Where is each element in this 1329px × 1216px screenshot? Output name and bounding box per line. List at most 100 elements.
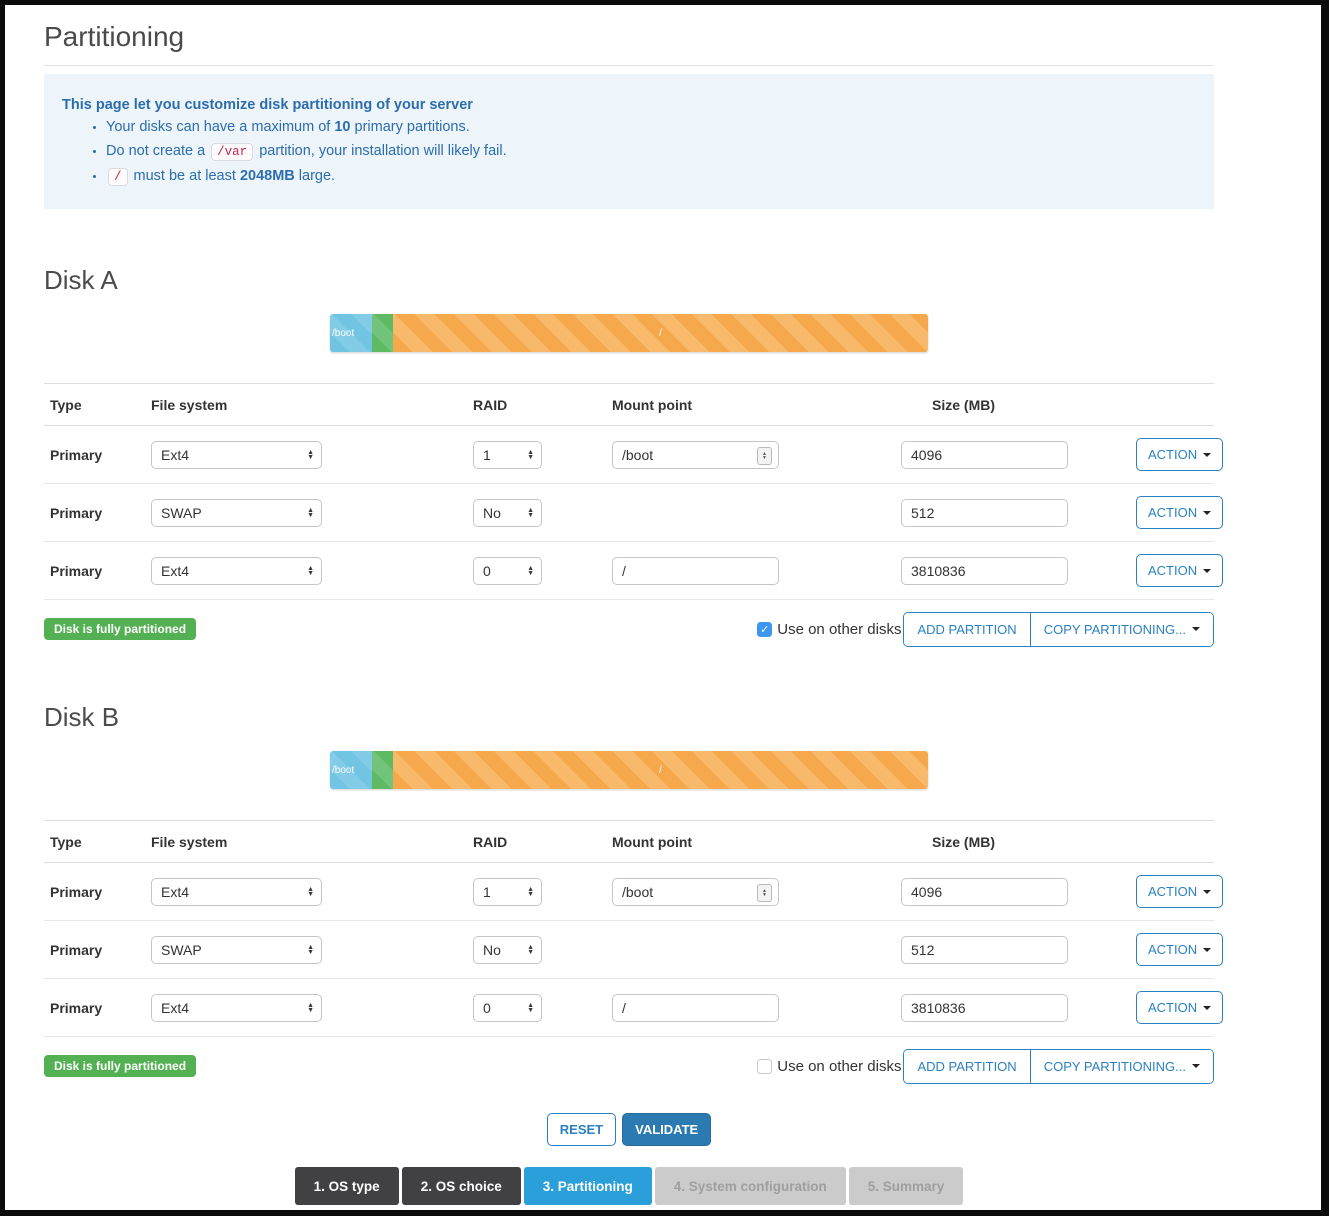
- table-row: Primary Ext4▲▼ 1▲▼ ▲▼ ACTION: [44, 426, 1214, 484]
- copy-partitioning-button[interactable]: COPY PARTITIONING...: [1030, 1050, 1213, 1083]
- select-arrows-icon: ▲▼: [307, 450, 314, 460]
- partition-buttons-group: ADD PARTITION COPY PARTITIONING...: [903, 1049, 1214, 1084]
- bar-segment-root: /: [393, 751, 928, 789]
- action-button[interactable]: ACTION: [1136, 438, 1223, 471]
- header-file-system: File system: [151, 397, 473, 413]
- mount-point-input[interactable]: [612, 878, 779, 906]
- caret-down-icon: [1203, 1006, 1211, 1010]
- caret-down-icon: [1203, 569, 1211, 573]
- mount-point-input[interactable]: [612, 557, 779, 585]
- partition-buttons-group: ADD PARTITION COPY PARTITIONING...: [903, 612, 1214, 647]
- table-row: Primary Ext4▲▼ 0▲▼ ACTION: [44, 542, 1214, 600]
- raid-select[interactable]: No▲▼: [473, 499, 542, 527]
- disk-b-controls: Disk is fully partitioned ✓ Use on other…: [44, 1049, 1214, 1083]
- header-type: Type: [44, 397, 151, 413]
- filesystem-select[interactable]: Ext4▲▼: [151, 441, 322, 469]
- root-code-chip: /: [108, 168, 128, 186]
- header-mount-point: Mount point: [612, 834, 901, 850]
- filesystem-select[interactable]: Ext4▲▼: [151, 878, 322, 906]
- size-input[interactable]: [901, 936, 1068, 964]
- raid-select[interactable]: No▲▼: [473, 936, 542, 964]
- bar-segment-boot: /boot: [330, 314, 372, 352]
- partition-type: Primary: [44, 505, 151, 521]
- form-actions: RESET VALIDATE: [44, 1113, 1214, 1146]
- copy-partitioning-button[interactable]: COPY PARTITIONING...: [1030, 613, 1213, 646]
- select-arrows-icon: ▲▼: [527, 887, 534, 897]
- step-os-choice[interactable]: 2. OS choice: [402, 1167, 521, 1205]
- raid-select[interactable]: 1▲▼: [473, 441, 542, 469]
- table-row: Primary Ext4▲▼ 0▲▼ ACTION: [44, 979, 1214, 1037]
- select-arrows-icon: ▲▼: [527, 450, 534, 460]
- size-input[interactable]: [901, 557, 1068, 585]
- checkbox-icon[interactable]: ✓: [757, 1059, 772, 1074]
- add-partition-button[interactable]: ADD PARTITION: [904, 613, 1029, 646]
- filesystem-select[interactable]: Ext4▲▼: [151, 994, 322, 1022]
- filesystem-select[interactable]: SWAP▲▼: [151, 936, 322, 964]
- status-badge: Disk is fully partitioned: [44, 1055, 196, 1077]
- raid-select[interactable]: 1▲▼: [473, 878, 542, 906]
- select-arrows-icon: ▲▼: [527, 508, 534, 518]
- step-system-configuration: 4. System configuration: [655, 1167, 846, 1205]
- disk-a-partition-table: Type File system RAID Mount point Size (…: [44, 383, 1214, 600]
- caret-down-icon: [1192, 1064, 1200, 1068]
- use-on-other-disks-checkbox[interactable]: ✓ Use on other disks: [757, 621, 901, 638]
- size-input[interactable]: [901, 878, 1068, 906]
- disk-a-controls: Disk is fully partitioned ✓ Use on other…: [44, 612, 1214, 646]
- use-on-other-disks-checkbox[interactable]: ✓ Use on other disks: [757, 1058, 901, 1075]
- info-bullet-root-size: / must be at least 2048MB large.: [106, 166, 1196, 187]
- info-list: Your disks can have a maximum of 10 prim…: [62, 117, 1196, 187]
- filesystem-select[interactable]: SWAP▲▼: [151, 499, 322, 527]
- wizard-steps: 1. OS type 2. OS choice 3. Partitioning …: [44, 1167, 1214, 1205]
- caret-down-icon: [1203, 453, 1211, 457]
- select-arrows-icon: ▲▼: [307, 508, 314, 518]
- add-partition-button[interactable]: ADD PARTITION: [904, 1050, 1029, 1083]
- header-size: Size (MB): [901, 397, 1136, 413]
- caret-down-icon: [1192, 627, 1200, 631]
- partition-type: Primary: [44, 563, 151, 579]
- bar-segment-swap: [372, 751, 393, 789]
- select-arrows-icon: ▲▼: [307, 945, 314, 955]
- size-input[interactable]: [901, 994, 1068, 1022]
- table-row: Primary SWAP▲▼ No▲▼ ACTION: [44, 484, 1214, 542]
- info-bullet-var-warning: Do not create a /var partition, your ins…: [106, 141, 1196, 162]
- reset-button[interactable]: RESET: [547, 1113, 616, 1146]
- table-row: Primary SWAP▲▼ No▲▼ ACTION: [44, 921, 1214, 979]
- step-partitioning[interactable]: 3. Partitioning: [524, 1167, 652, 1205]
- checkbox-icon[interactable]: ✓: [757, 622, 772, 637]
- header-raid: RAID: [473, 834, 612, 850]
- table-row: Primary Ext4▲▼ 1▲▼ ▲▼ ACTION: [44, 863, 1214, 921]
- caret-down-icon: [1203, 511, 1211, 515]
- raid-select[interactable]: 0▲▼: [473, 557, 542, 585]
- bar-segment-boot: /boot: [330, 751, 372, 789]
- var-code-chip: /var: [211, 143, 253, 161]
- page-frame: Partitioning This page let you customize…: [0, 0, 1329, 1216]
- select-arrows-icon: ▲▼: [307, 566, 314, 576]
- partition-type: Primary: [44, 884, 151, 900]
- select-arrows-icon: ▲▼: [527, 1003, 534, 1013]
- validate-button[interactable]: VALIDATE: [622, 1113, 711, 1146]
- action-button[interactable]: ACTION: [1136, 933, 1223, 966]
- action-button[interactable]: ACTION: [1136, 554, 1223, 587]
- action-button[interactable]: ACTION: [1136, 991, 1223, 1024]
- action-button[interactable]: ACTION: [1136, 875, 1223, 908]
- select-arrows-icon: ▲▼: [307, 887, 314, 897]
- step-os-type[interactable]: 1. OS type: [295, 1167, 399, 1205]
- header-file-system: File system: [151, 834, 473, 850]
- info-bullet-max-partitions: Your disks can have a maximum of 10 prim…: [106, 117, 1196, 137]
- header-mount-point: Mount point: [612, 397, 901, 413]
- filesystem-select[interactable]: Ext4▲▼: [151, 557, 322, 585]
- select-arrows-icon: ▲▼: [307, 1003, 314, 1013]
- mount-point-input[interactable]: [612, 994, 779, 1022]
- table-header-row: Type File system RAID Mount point Size (…: [44, 384, 1214, 426]
- size-input[interactable]: [901, 499, 1068, 527]
- disk-a-section: Disk A /boot / Type File system RAID Mou…: [44, 265, 1214, 646]
- action-button[interactable]: ACTION: [1136, 496, 1223, 529]
- disk-a-title: Disk A: [44, 265, 1214, 296]
- mount-point-input[interactable]: [612, 441, 779, 469]
- disk-a-partition-bar: /boot /: [44, 314, 1214, 352]
- raid-select[interactable]: 0▲▼: [473, 994, 542, 1022]
- caret-down-icon: [1203, 890, 1211, 894]
- combobox-icon: ▲▼: [757, 447, 772, 465]
- size-input[interactable]: [901, 441, 1068, 469]
- disk-b-partition-table: Type File system RAID Mount point Size (…: [44, 820, 1214, 1037]
